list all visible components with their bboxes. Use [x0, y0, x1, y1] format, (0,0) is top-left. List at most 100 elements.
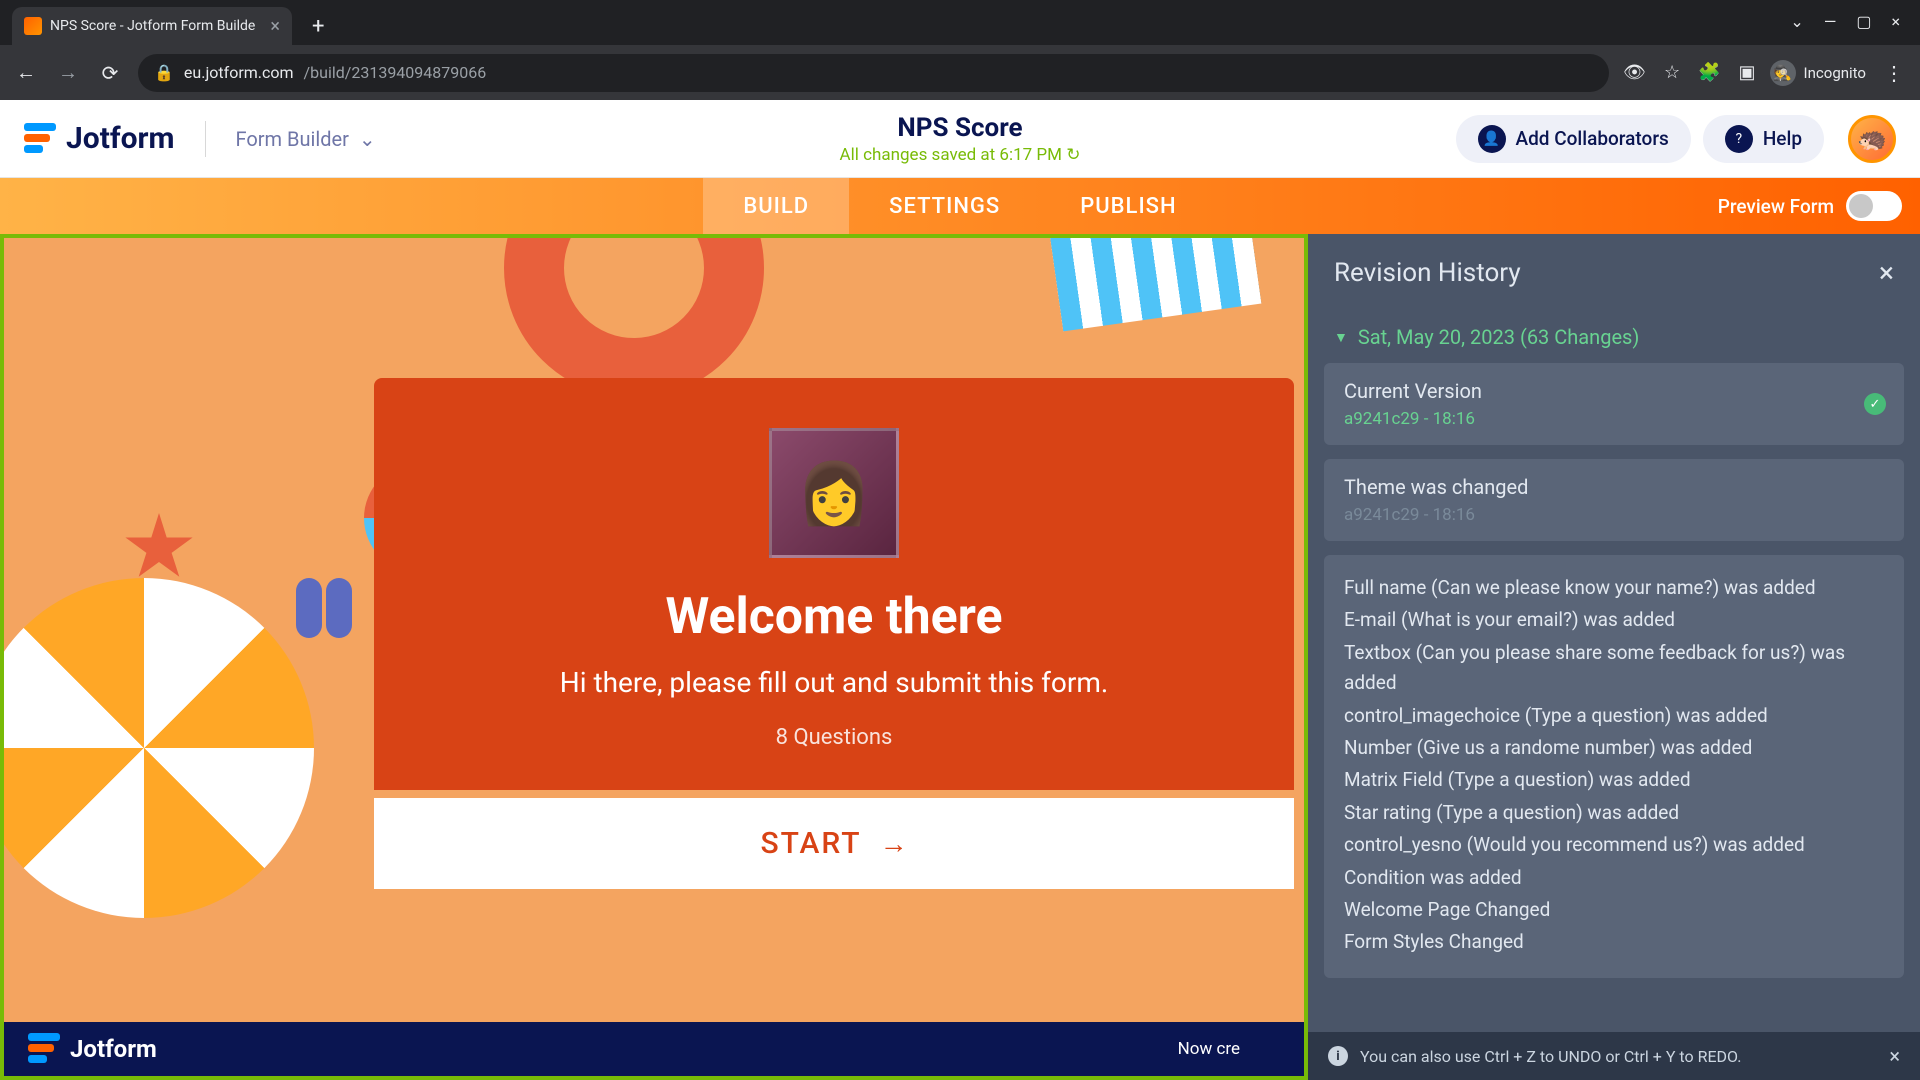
incognito-icon: 🕵 [1770, 60, 1796, 86]
incognito-badge[interactable]: 🕵 Incognito [1770, 60, 1866, 86]
tab-dropdown-icon[interactable]: ⌄ [1790, 12, 1803, 31]
preview-label: Preview Form [1718, 195, 1834, 218]
jotform-logo[interactable]: Jotform [24, 121, 175, 156]
float-ring-decoration [504, 234, 764, 398]
star-icon[interactable]: ☆ [1664, 62, 1680, 83]
header-center: NPS Score All changes saved at 6:17 PM ↻ [840, 113, 1081, 165]
revision-item-title: Theme was changed [1344, 475, 1884, 499]
revision-details[interactable]: Full name (Can we please know your name?… [1324, 555, 1904, 978]
revision-detail-line: Form Styles Changed [1344, 927, 1884, 957]
start-button[interactable]: START → [374, 798, 1294, 889]
panel-close-icon[interactable]: × [1879, 256, 1894, 289]
browser-menu-icon[interactable]: ⋮ [1880, 61, 1908, 85]
revision-list[interactable]: Current Version a9241c29 - 18:16 ✓ Theme… [1308, 363, 1920, 1080]
toast-message: You can also use Ctrl + Z to UNDO or Ctr… [1360, 1047, 1741, 1066]
lock-icon: 🔒 [154, 63, 174, 82]
arrow-right-icon: → [880, 827, 908, 860]
toggle-knob [1849, 194, 1873, 218]
info-icon: i [1328, 1046, 1348, 1066]
collaborators-label: Add Collaborators [1516, 127, 1669, 150]
eye-off-icon[interactable]: 👁 [1623, 62, 1646, 83]
sandals-decoration [294, 578, 354, 658]
revision-history-panel: Revision History × ▼ Sat, May 20, 2023 (… [1308, 234, 1920, 1080]
revision-detail-line: Number (Give us a randome number) was ad… [1344, 733, 1884, 763]
revision-item-title: Current Version [1344, 379, 1884, 403]
revision-detail-line: Star rating (Type a question) was added [1344, 798, 1884, 828]
help-label: Help [1763, 127, 1802, 150]
revision-detail-line: E-mail (What is your email?) was added [1344, 605, 1884, 635]
form-builder-dropdown[interactable]: Form Builder ⌄ [236, 127, 376, 151]
tab-close-icon[interactable]: × [270, 16, 280, 37]
tab-publish[interactable]: PUBLISH [1040, 178, 1216, 234]
undo-redo-toast: i You can also use Ctrl + Z to UNDO or C… [1308, 1032, 1920, 1080]
welcome-subtitle: Hi there, please fill out and submit thi… [414, 666, 1254, 699]
help-button[interactable]: ? Help [1703, 115, 1824, 163]
save-status: All changes saved at 6:17 PM ↻ [840, 145, 1081, 165]
new-tab-button[interactable]: + [312, 14, 324, 45]
incognito-label: Incognito [1804, 64, 1866, 82]
starfish-decoration [124, 513, 194, 583]
url-path: /build/231394094879066 [304, 63, 487, 82]
revision-item-current[interactable]: Current Version a9241c29 - 18:16 ✓ [1324, 363, 1904, 445]
tab-build[interactable]: BUILD [703, 178, 849, 234]
revision-item[interactable]: Theme was changed a9241c29 - 18:16 [1324, 459, 1904, 541]
minimize-icon[interactable]: — [1824, 12, 1837, 31]
toast-close-icon[interactable]: × [1889, 1044, 1900, 1068]
main-tabs: BUILD SETTINGS PUBLISH [703, 178, 1216, 234]
form-avatar-image: 👩 [769, 428, 899, 558]
revision-date-header[interactable]: ▼ Sat, May 20, 2023 (63 Changes) [1308, 311, 1920, 363]
revision-item-meta: a9241c29 - 18:16 [1344, 505, 1884, 525]
logo-text: Jotform [66, 121, 175, 156]
back-button[interactable]: ← [12, 60, 40, 85]
builder-label: Form Builder [236, 127, 349, 151]
welcome-title: Welcome there [414, 588, 1254, 646]
app-header: Jotform Form Builder ⌄ NPS Score All cha… [0, 100, 1920, 178]
side-panel-icon[interactable]: ▣ [1739, 62, 1756, 83]
revision-detail-line: Condition was added [1344, 863, 1884, 893]
logo-section: Jotform Form Builder ⌄ [24, 121, 376, 157]
address-bar[interactable]: 🔒 eu.jotform.com/build/231394094879066 [138, 54, 1609, 92]
toolbar-icons: 👁 ☆ 🧩 ▣ [1623, 62, 1755, 83]
form-canvas[interactable]: 👩 Welcome there Hi there, please fill ou… [0, 234, 1308, 1080]
reload-button[interactable]: ⟳ [96, 61, 124, 85]
browser-tab[interactable]: NPS Score - Jotform Form Builde × [12, 7, 292, 45]
maximize-icon[interactable]: ▢ [1856, 12, 1871, 31]
url-domain: eu.jotform.com [184, 63, 294, 82]
revision-detail-line: control_yesno (Would you recommend us?) … [1344, 830, 1884, 860]
preview-toggle[interactable] [1846, 191, 1902, 221]
towel-decoration [1047, 234, 1262, 331]
umbrella-decoration [0, 578, 314, 918]
footer-logo-text: Jotform [70, 1035, 157, 1063]
tab-settings[interactable]: SETTINGS [849, 178, 1040, 234]
panel-header: Revision History × [1308, 234, 1920, 311]
extensions-icon[interactable]: 🧩 [1698, 62, 1720, 83]
preview-section: Preview Form [1718, 191, 1902, 221]
add-collaborators-button[interactable]: 👤 Add Collaborators [1456, 115, 1691, 163]
user-avatar[interactable]: 🦔 [1848, 115, 1896, 163]
question-count: 8 Questions [414, 725, 1254, 750]
footer-logo[interactable]: Jotform [28, 1033, 157, 1065]
revision-detail-line: Full name (Can we please know your name?… [1344, 573, 1884, 603]
user-icon: 👤 [1478, 125, 1506, 153]
main-area: 👩 Welcome there Hi there, please fill ou… [0, 234, 1920, 1080]
tab-title: NPS Score - Jotform Form Builde [50, 18, 262, 34]
forward-button[interactable]: → [54, 60, 82, 85]
chevron-down-icon: ⌄ [359, 127, 376, 151]
divider [205, 121, 206, 157]
form-title[interactable]: NPS Score [840, 113, 1081, 143]
question-icon: ? [1725, 125, 1753, 153]
collapse-arrow-icon: ▼ [1334, 329, 1348, 346]
close-window-icon[interactable]: × [1891, 12, 1900, 31]
revision-detail-line: Textbox (Can you please share some feedb… [1344, 638, 1884, 699]
revision-detail-line: Welcome Page Changed [1344, 895, 1884, 925]
revision-detail-line: control_imagechoice (Type a question) wa… [1344, 701, 1884, 731]
tab-favicon [24, 17, 42, 35]
start-label: START [760, 826, 861, 861]
header-right: 👤 Add Collaborators ? Help 🦔 [1456, 115, 1897, 163]
browser-tab-strip: NPS Score - Jotform Form Builde × + ⌄ — … [0, 0, 1920, 45]
panel-title: Revision History [1334, 258, 1521, 288]
revision-detail-line: Matrix Field (Type a question) was added [1344, 765, 1884, 795]
revision-item-meta: a9241c29 - 18:16 [1344, 409, 1884, 429]
welcome-card[interactable]: 👩 Welcome there Hi there, please fill ou… [374, 378, 1294, 790]
logo-mark-icon [24, 123, 56, 155]
